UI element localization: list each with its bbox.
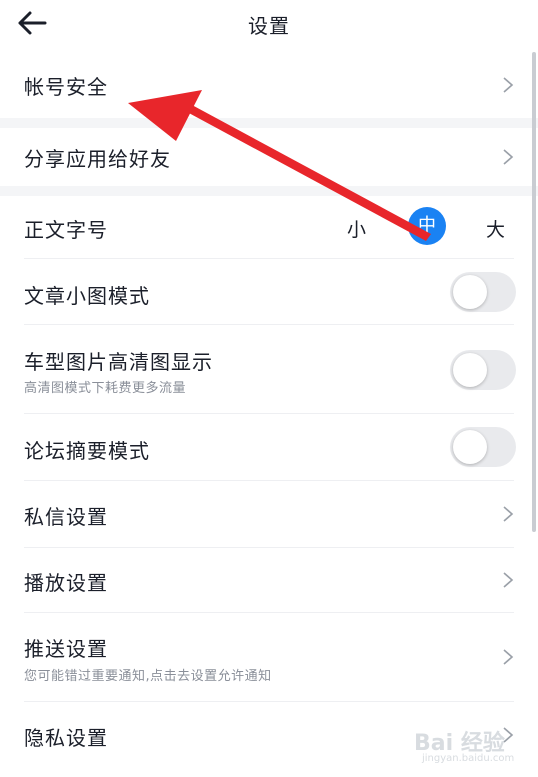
scrollbar[interactable] — [532, 52, 536, 532]
top-bar: 设置 — [0, 0, 538, 52]
row-push-label: 推送设置 — [24, 637, 108, 661]
chevron-right-icon — [503, 506, 514, 522]
row-article-small-image: 文章小图模式 — [0, 259, 538, 324]
watermark: Bai 经验 jingyan.baidu.com — [414, 721, 524, 769]
row-private-message-label: 私信设置 — [24, 505, 108, 529]
section-gap — [0, 186, 538, 196]
forum-summary-toggle[interactable] — [450, 427, 516, 467]
row-forum-summary-label: 论坛摘要模式 — [24, 439, 150, 463]
row-push[interactable]: 推送设置 您可能错过重要通知,点击去设置允许通知 — [0, 613, 538, 701]
row-playback-label: 播放设置 — [24, 571, 108, 595]
row-hd-images: 车型图片高清图显示 高清图模式下耗费更多流量 — [0, 325, 538, 413]
toggle-knob — [453, 430, 487, 464]
toggle-knob — [453, 275, 487, 309]
chevron-right-icon — [503, 572, 514, 588]
row-article-small-image-label: 文章小图模式 — [24, 284, 150, 308]
chevron-right-icon — [503, 149, 514, 165]
row-push-sublabel: 您可能错过重要通知,点击去设置允许通知 — [24, 669, 272, 684]
row-playback[interactable]: 播放设置 — [0, 548, 538, 612]
row-hd-images-sublabel: 高清图模式下耗费更多流量 — [24, 381, 187, 396]
row-privacy-label: 隐私设置 — [24, 726, 108, 750]
chevron-right-icon — [503, 77, 514, 93]
row-account-security[interactable]: 帐号安全 — [0, 52, 538, 118]
row-hd-images-label: 车型图片高清图显示 — [24, 350, 213, 374]
watermark-subtext: jingyan.baidu.com — [422, 753, 515, 764]
row-forum-summary: 论坛摘要模式 — [0, 414, 538, 480]
toggle-knob — [453, 353, 487, 387]
chevron-right-icon — [503, 649, 514, 665]
font-size-large-option[interactable]: 大 — [486, 215, 505, 242]
row-private-message[interactable]: 私信设置 — [0, 481, 538, 547]
article-small-image-toggle[interactable] — [450, 272, 516, 312]
row-font-size-label: 正文字号 — [24, 218, 108, 242]
row-share-app-label: 分享应用给好友 — [24, 147, 171, 171]
row-font-size: 正文字号 小 中 大 — [0, 196, 538, 258]
section-gap — [0, 118, 538, 128]
row-share-app[interactable]: 分享应用给好友 — [0, 128, 538, 186]
page-title: 设置 — [248, 14, 290, 38]
font-size-medium-option[interactable]: 中 — [408, 207, 446, 245]
hd-images-toggle[interactable] — [450, 350, 516, 390]
row-account-security-label: 帐号安全 — [24, 75, 108, 99]
font-size-small-option[interactable]: 小 — [347, 215, 366, 242]
